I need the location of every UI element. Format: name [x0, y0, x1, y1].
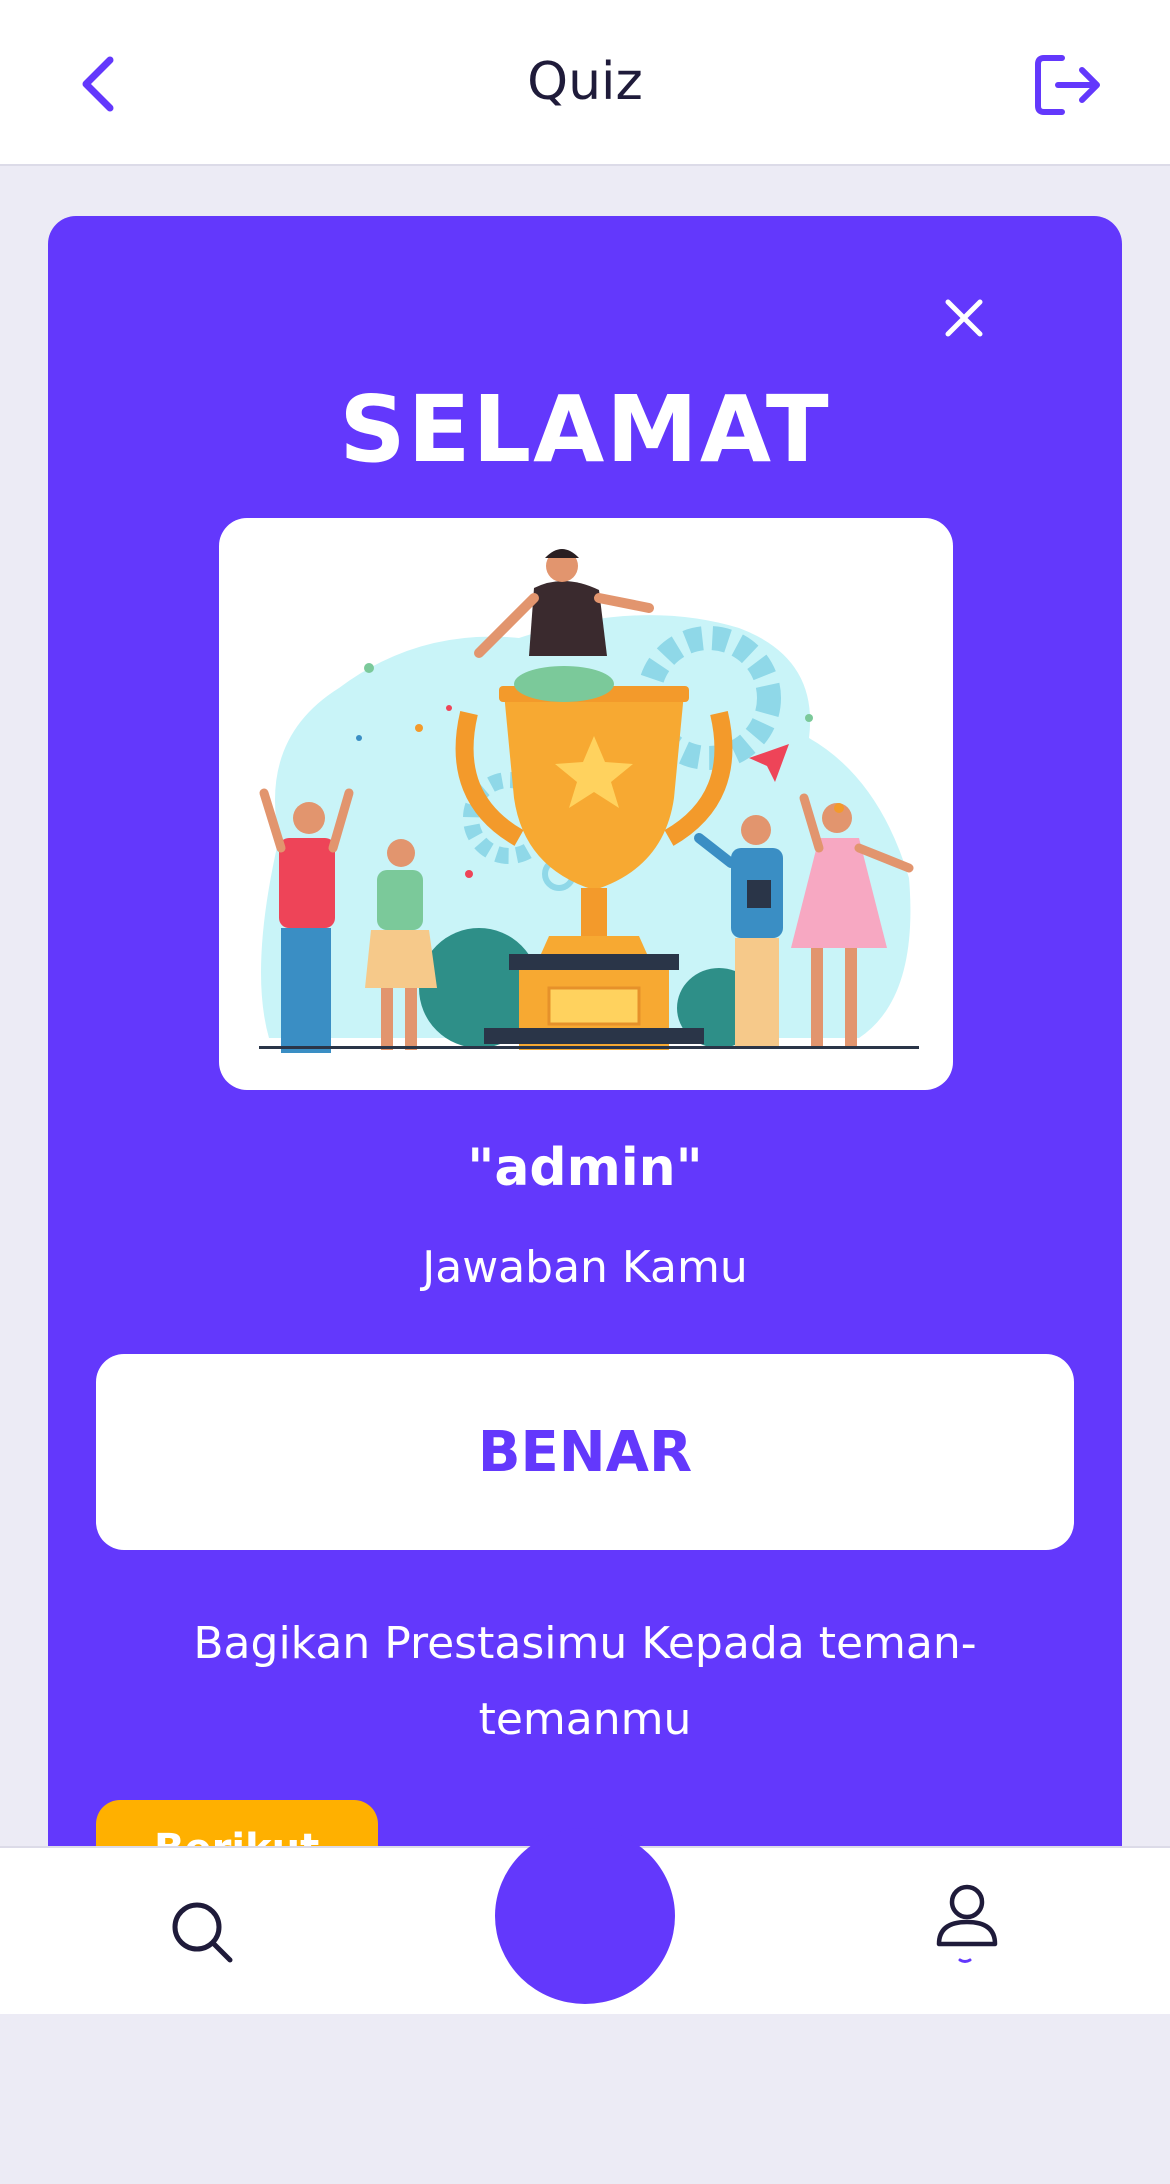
logout-button[interactable]: [1030, 50, 1104, 120]
answer-result-text: BENAR: [477, 1419, 693, 1485]
nav-profile-button[interactable]: [932, 1880, 1002, 1966]
close-icon: [945, 299, 983, 337]
user-icon: [936, 1884, 998, 1963]
answer-label: Jawaban Kamu: [422, 1242, 748, 1293]
trophy-celebration-illustration: [259, 549, 919, 1053]
bottom-spacer: [0, 2014, 1170, 2184]
congrats-heading: SELAMAT: [339, 376, 831, 483]
answer-result-box: BENAR: [96, 1354, 1074, 1550]
nav-search-button[interactable]: [168, 1898, 238, 1968]
page-title: Quiz: [527, 52, 643, 112]
share-prompt: Bagikan Prestasimu Kepada teman-temanmu: [193, 1618, 977, 1745]
quiz-result-screen: Quiz SELAMAT "admin" Jawaban Kamu BENAR …: [0, 0, 1170, 2184]
close-button[interactable]: [928, 282, 1000, 354]
app-header: Quiz: [0, 0, 1170, 166]
search-icon: [172, 1902, 233, 1963]
bottom-navigation: [0, 1828, 1170, 2014]
username: "admin": [467, 1138, 703, 1198]
illustration-frame: [219, 518, 953, 1090]
logout-icon: [1035, 55, 1100, 115]
home-center-button[interactable]: [495, 1828, 675, 2004]
